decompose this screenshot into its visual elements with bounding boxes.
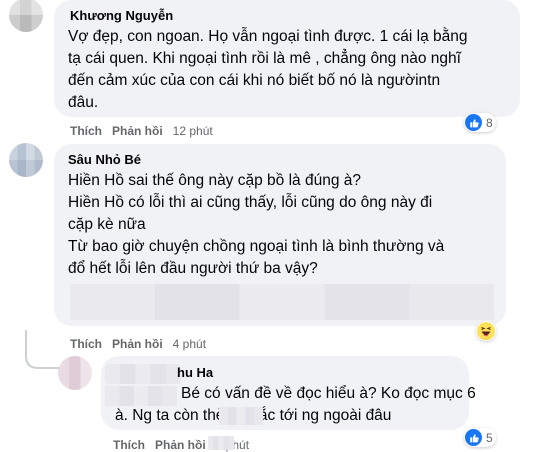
reaction-count-text: 8 <box>486 115 493 130</box>
reply-button[interactable]: Phản hồi <box>112 124 163 138</box>
comment-timestamp[interactable]: 12 phút <box>173 124 213 138</box>
comment-bubble: hu Ha Bé có vấn đề về đọc hiểu à? Ko đọc… <box>101 356 476 430</box>
comment-timestamp[interactable]: 4 phút <box>173 337 206 351</box>
comment-text: Hiền Hồ sai thế ông này cặp bồ là đúng à… <box>68 170 444 280</box>
redacted-text <box>219 407 263 425</box>
comment-text: Vợ đẹp, con ngoan. Họ vẫn ngoại tình đượ… <box>68 26 468 114</box>
comment-actions: Thích Phản hồi 12 phút <box>70 124 213 138</box>
reaction-count-text: 5 <box>486 430 493 445</box>
redacted-text <box>105 386 177 406</box>
redacted-text <box>70 284 494 320</box>
comment-bubble: Khương Nguyễn Vợ đẹp, con ngoan. Họ vẫn … <box>54 0 520 117</box>
comment-line: Hiền Hồ có lỗi thì ai cũng thấy, lỗi cũn… <box>68 194 433 211</box>
redacted-text <box>208 436 234 450</box>
comment-author[interactable]: Khương Nguyễn <box>70 8 173 23</box>
avatar[interactable] <box>9 143 43 177</box>
comment-line: đổ hết lỗi lên đầu người thứ ba vậy? <box>68 260 318 277</box>
avatar[interactable] <box>58 356 92 390</box>
reaction-count[interactable]: 5 <box>464 428 496 447</box>
avatar[interactable] <box>9 0 43 32</box>
reply-button[interactable]: Phản hồi <box>112 337 163 351</box>
comment-line: tạ cái quen. Khi ngoại tình rồi là mê , … <box>68 50 461 67</box>
comment-line: đến cảm xúc của con cái khi nó biết bố n… <box>68 72 441 89</box>
comment-text: Bé có vấn đề về đọc hiểu à? Ko đọc mục 6 <box>181 383 476 405</box>
comment-author[interactable]: hu Ha <box>177 365 213 380</box>
like-button[interactable]: Thích <box>70 124 102 138</box>
reaction-count[interactable]: 8 <box>464 113 496 132</box>
reaction-count[interactable] <box>476 321 496 341</box>
comment-bubble: Sâu Nhỏ Bé Hiền Hồ sai thế ông này cặp b… <box>54 144 506 326</box>
comment-line: đâu. <box>68 94 99 111</box>
haha-icon <box>477 322 495 340</box>
comment-line: Hiền Hồ sai thế ông này cặp bồ là đúng à… <box>68 172 361 189</box>
redacted-author <box>105 364 181 384</box>
like-icon <box>465 429 482 446</box>
comment-author[interactable]: Sâu Nhỏ Bé <box>68 152 141 167</box>
comment-line: Bé có vấn đề về đọc hiểu à? Ko đọc mục 6 <box>181 385 476 402</box>
comment-line: Từ bao giờ chuyện chồng ngoại tình là bì… <box>68 238 445 255</box>
comment-line: cặp kè nữa <box>68 216 146 233</box>
comment-line: Vợ đẹp, con ngoan. Họ vẫn ngoại tình đượ… <box>68 28 468 45</box>
comment-actions: Thích Phản hồi 4 phút <box>70 337 206 351</box>
like-icon <box>465 114 482 131</box>
